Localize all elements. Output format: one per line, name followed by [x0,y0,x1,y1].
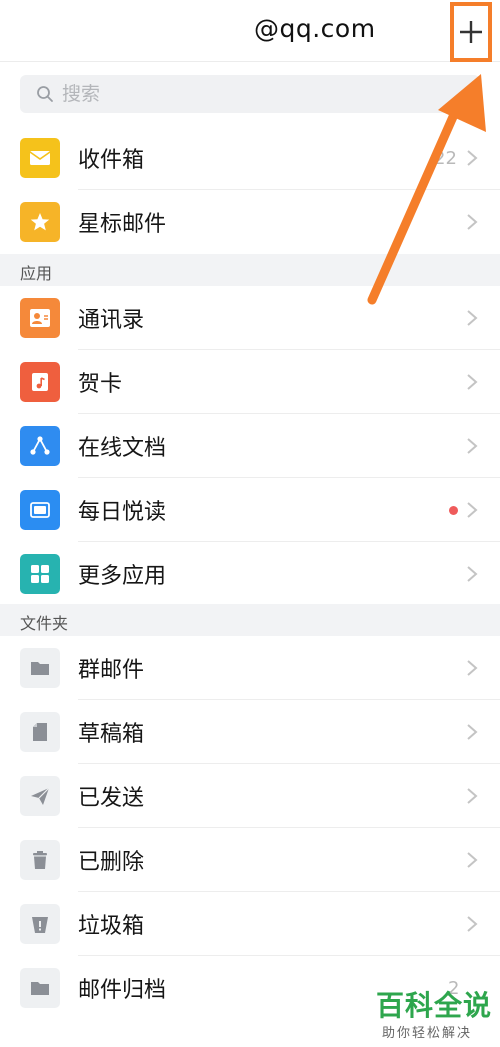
plus-icon [460,21,482,43]
app-label: 贺卡 [78,372,123,397]
search-icon [37,86,53,102]
folder-drafts[interactable]: 草稿箱 [0,700,500,764]
folder-label: 已删除 [78,850,145,875]
search-input[interactable] [62,83,442,105]
envelope-icon [20,138,60,178]
chevron-right-icon [467,852,478,868]
section-title: 文件夹 [20,614,69,633]
star-icon [20,202,60,242]
grid-icon [20,554,60,594]
chevron-right-icon [467,310,478,326]
folder-label: 垃圾箱 [78,914,145,939]
folder-label: 草稿箱 [78,722,145,747]
app-daily-reading[interactable]: 每日悦读 [0,478,500,542]
new-content-dot [449,505,458,515]
chevron-right-icon [467,566,478,582]
chevron-right-icon [467,374,478,390]
chevron-right-icon [467,660,478,676]
watermark-logo: 百科全说 助你轻松解决 [370,984,495,1044]
folder-group-mail[interactable]: 群邮件 [0,636,500,700]
app-greeting-card[interactable]: 贺卡 [0,350,500,414]
folder-sent[interactable]: 已发送 [0,764,500,828]
reader-icon [20,490,60,530]
trash-icon [20,840,60,880]
mailbox-starred[interactable]: 星标邮件 [0,190,500,254]
mailbox-label: 星标邮件 [78,212,167,237]
app-label: 在线文档 [78,436,167,461]
section-title: 应用 [20,264,53,283]
share-nodes-icon [20,426,60,466]
account-title: @qq.com [254,14,376,43]
watermark-title: 百科全说 [376,989,493,1022]
unread-count: 22 [434,147,457,169]
contact-card-icon [20,298,60,338]
app-label: 更多应用 [78,564,167,589]
junk-bin-icon [20,904,60,944]
section-header-folders: 文件夹 [0,604,500,636]
draft-page-icon [20,712,60,752]
chevron-right-icon [467,502,478,518]
folder-icon [20,648,60,688]
add-button[interactable] [450,2,492,62]
app-contacts[interactable]: 通讯录 [0,286,500,350]
app-label: 通讯录 [78,308,145,333]
folder-label: 已发送 [78,786,145,811]
folder-label: 邮件归档 [78,978,167,1003]
app-label: 每日悦读 [78,500,167,525]
folder-deleted[interactable]: 已删除 [0,828,500,892]
chevron-right-icon [467,724,478,740]
folder-junk[interactable]: 垃圾箱 [0,892,500,956]
app-more-apps[interactable]: 更多应用 [0,542,500,606]
chevron-right-icon [467,438,478,454]
archive-folder-icon [20,968,60,1008]
chevron-right-icon [467,788,478,804]
paper-plane-icon [20,776,60,816]
greeting-card-icon [20,362,60,402]
search-bar[interactable] [20,75,480,113]
chevron-right-icon [467,150,478,166]
top-bar: @qq.com [0,0,500,62]
watermark-subtitle: 助你轻松解决 [382,1026,473,1041]
chevron-right-icon [467,916,478,932]
chevron-right-icon [467,214,478,230]
app-online-docs[interactable]: 在线文档 [0,414,500,478]
mailbox-inbox[interactable]: 收件箱 22 [0,126,500,190]
folder-label: 群邮件 [78,658,145,683]
mailbox-label: 收件箱 [78,148,145,173]
section-header-apps: 应用 [0,254,500,286]
